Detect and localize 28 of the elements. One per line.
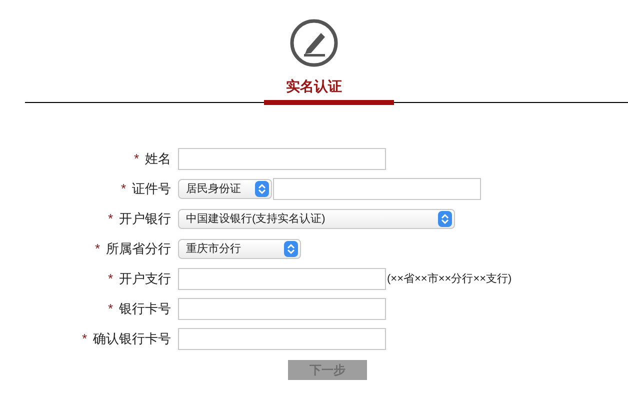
field-label: 开户支行: [119, 270, 171, 288]
field-label: 所属省分行: [106, 240, 171, 258]
required-asterisk: *: [108, 270, 113, 288]
input-field[interactable]: [178, 328, 386, 350]
required-asterisk: *: [108, 300, 113, 318]
input-field[interactable]: [273, 178, 481, 200]
required-asterisk: *: [120, 180, 126, 198]
stepper-icon: [284, 241, 298, 257]
required-asterisk: *: [82, 330, 87, 348]
input-field[interactable]: [178, 268, 386, 290]
field-label: 银行卡号: [119, 300, 171, 318]
format-hint: (××省××市××分行××支行): [387, 272, 512, 287]
dropdown[interactable]: 重庆市分行: [178, 239, 301, 259]
field-label: 开户银行: [119, 210, 171, 228]
dropdown[interactable]: 居民身份证: [178, 179, 272, 199]
field-label: 姓名: [145, 150, 171, 168]
pencil-icon: [290, 19, 338, 67]
stepper-icon: [255, 181, 269, 197]
field-label: 证件号: [132, 180, 171, 198]
required-asterisk: *: [108, 210, 113, 228]
input-field[interactable]: [178, 298, 386, 320]
required-asterisk: *: [94, 240, 100, 258]
stepper-icon: [438, 211, 452, 227]
field-label: 确认银行卡号: [93, 330, 171, 348]
page-title: 实名认证: [286, 77, 342, 95]
input-field[interactable]: [178, 148, 386, 170]
dropdown[interactable]: 中国建设银行(支持实名认证): [178, 209, 455, 229]
required-asterisk: *: [134, 150, 139, 168]
